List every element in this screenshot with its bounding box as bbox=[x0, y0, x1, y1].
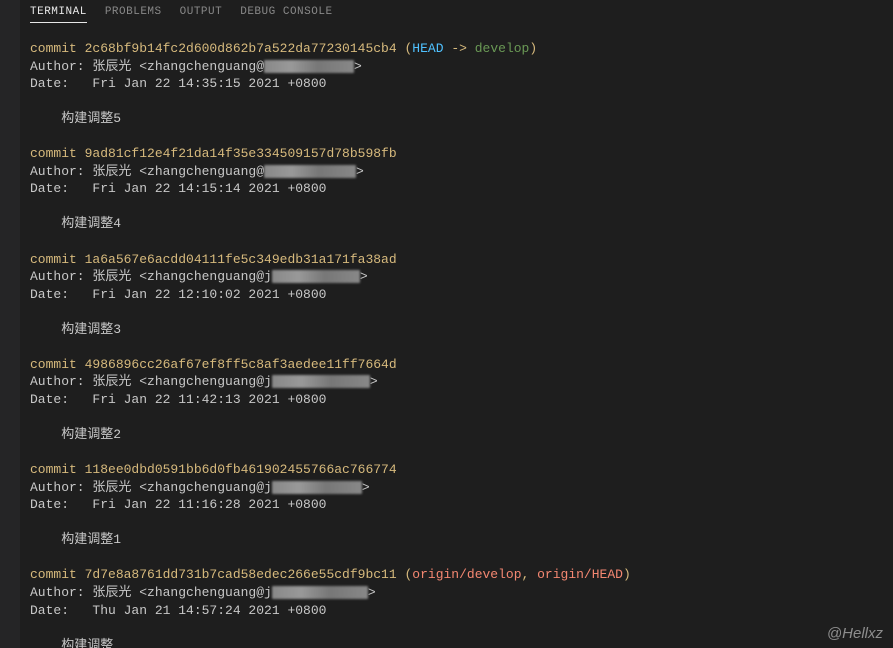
author-suffix: > bbox=[356, 164, 364, 179]
ref-paren: ) bbox=[623, 567, 631, 582]
commit-entry: commit 118ee0dbd0591bb6d0fb461902455766a… bbox=[30, 461, 883, 566]
commit-author: Author: 张辰光 <zhangchenguang@j > bbox=[30, 374, 378, 389]
commit-message: 构建调整5 bbox=[30, 111, 121, 126]
commit-entry: commit 2c68bf9b14fc2d600d862b7a522da7723… bbox=[30, 40, 883, 145]
redacted-email bbox=[264, 165, 356, 178]
author-prefix: Author: 张辰光 <zhangchenguang@j bbox=[30, 480, 272, 495]
author-prefix: Author: 张辰光 <zhangchenguang@j bbox=[30, 269, 272, 284]
tab-debug-console[interactable]: DEBUG CONSOLE bbox=[240, 6, 332, 23]
commit-date: Date: Fri Jan 22 11:42:13 2021 +0800 bbox=[30, 392, 326, 407]
panel-tab-bar: TERMINAL PROBLEMS OUTPUT DEBUG CONSOLE bbox=[20, 0, 893, 30]
commit-entry: commit 7d7e8a8761dd731b7cad58edec266e55c… bbox=[30, 566, 883, 648]
commit-author: Author: 张辰光 <zhangchenguang@j > bbox=[30, 585, 376, 600]
commit-author: Author: 张辰光 <zhangchenguang@j > bbox=[30, 269, 368, 284]
commit-date: Date: Fri Jan 22 14:35:15 2021 +0800 bbox=[30, 76, 326, 91]
commit-hash: 1a6a567e6acdd04111fe5c349edb31a171fa38ad bbox=[85, 252, 397, 267]
commit-hash: 118ee0dbd0591bb6d0fb461902455766ac766774 bbox=[85, 462, 397, 477]
panel: TERMINAL PROBLEMS OUTPUT DEBUG CONSOLE c… bbox=[20, 0, 893, 648]
tab-problems[interactable]: PROBLEMS bbox=[105, 6, 162, 23]
author-suffix: > bbox=[368, 585, 376, 600]
author-suffix: > bbox=[360, 269, 368, 284]
commit-date: Date: Fri Jan 22 14:15:14 2021 +0800 bbox=[30, 181, 326, 196]
commit-entry: commit 9ad81cf12e4f21da14f35e334509157d7… bbox=[30, 145, 883, 250]
commit-entry: commit 4986896cc26af67ef8ff5c8af3aedee11… bbox=[30, 356, 883, 461]
watermark: @Hellxz bbox=[827, 625, 883, 642]
ref-arrow: -> bbox=[451, 41, 467, 56]
tab-terminal[interactable]: TERMINAL bbox=[30, 6, 87, 23]
commit-date: Date: Fri Jan 22 11:16:28 2021 +0800 bbox=[30, 497, 326, 512]
commit-label: commit bbox=[30, 357, 85, 372]
commit-label: commit bbox=[30, 567, 85, 582]
commit-label: commit bbox=[30, 462, 85, 477]
redacted-email bbox=[272, 586, 368, 599]
commit-hash: 9ad81cf12e4f21da14f35e334509157d78b598fb bbox=[85, 146, 397, 161]
author-suffix: > bbox=[370, 374, 378, 389]
redacted-email bbox=[272, 375, 370, 388]
commit-author: Author: 张辰光 <zhangchenguang@j > bbox=[30, 480, 370, 495]
commit-label: commit bbox=[30, 41, 85, 56]
author-prefix: Author: 张辰光 <zhangchenguang@ bbox=[30, 59, 264, 74]
commit-label: commit bbox=[30, 146, 85, 161]
commit-message: 构建调整4 bbox=[30, 216, 121, 231]
author-prefix: Author: 张辰光 <zhangchenguang@j bbox=[30, 585, 272, 600]
commit-author: Author: 张辰光 <zhangchenguang@ > bbox=[30, 164, 364, 179]
commit-date: Date: Fri Jan 22 12:10:02 2021 +0800 bbox=[30, 287, 326, 302]
author-suffix: > bbox=[362, 480, 370, 495]
commit-hash: 7d7e8a8761dd731b7cad58edec266e55cdf9bc11 bbox=[85, 567, 397, 582]
redacted-email bbox=[272, 481, 362, 494]
redacted-email bbox=[264, 60, 354, 73]
commit-author: Author: 张辰光 <zhangchenguang@ > bbox=[30, 59, 362, 74]
commit-label: commit bbox=[30, 252, 85, 267]
redacted-email bbox=[272, 270, 360, 283]
author-suffix: > bbox=[354, 59, 362, 74]
commit-message: 构建调整3 bbox=[30, 322, 121, 337]
ref-sep: , bbox=[522, 567, 538, 582]
author-prefix: Author: 张辰光 <zhangchenguang@j bbox=[30, 374, 272, 389]
commit-message: 构建调整 bbox=[30, 638, 113, 648]
commit-hash: 4986896cc26af67ef8ff5c8af3aedee11ff7664d bbox=[85, 357, 397, 372]
ref-branch: develop bbox=[475, 41, 530, 56]
terminal-output[interactable]: commit 2c68bf9b14fc2d600d862b7a522da7723… bbox=[20, 30, 893, 648]
commit-date: Date: Thu Jan 21 14:57:24 2021 +0800 bbox=[30, 603, 326, 618]
commit-message: 构建调整2 bbox=[30, 427, 121, 442]
activity-bar bbox=[0, 0, 20, 648]
tab-output[interactable]: OUTPUT bbox=[180, 6, 223, 23]
author-prefix: Author: 张辰光 <zhangchenguang@ bbox=[30, 164, 264, 179]
commit-entry: commit 1a6a567e6acdd04111fe5c349edb31a17… bbox=[30, 251, 883, 356]
ref-origin-head: origin/HEAD bbox=[537, 567, 623, 582]
ref-head: HEAD bbox=[412, 41, 443, 56]
commit-hash: 2c68bf9b14fc2d600d862b7a522da77230145cb4 bbox=[85, 41, 397, 56]
commit-message: 构建调整1 bbox=[30, 532, 121, 547]
ref-paren: ) bbox=[529, 41, 537, 56]
ref-origin-develop: origin/develop bbox=[412, 567, 521, 582]
